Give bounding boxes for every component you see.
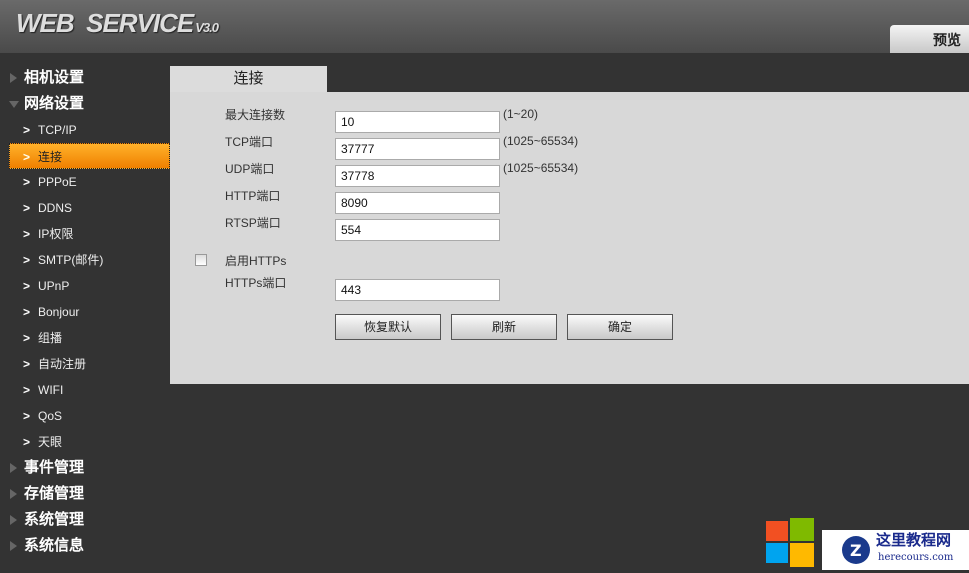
sidebar-item-label: 事件管理 bbox=[24, 459, 85, 476]
field-label: TCP端口 bbox=[225, 135, 274, 149]
svg-text:Z: Z bbox=[850, 541, 862, 560]
triangle-right-icon bbox=[10, 515, 17, 525]
https-port-label: HTTPs端口 bbox=[225, 276, 287, 290]
field-hint: (1025~65534) bbox=[503, 161, 579, 175]
https-enable-checkbox[interactable] bbox=[195, 254, 207, 266]
tab-connection[interactable]: 连接 bbox=[170, 66, 327, 93]
sidebar-subitem[interactable]: > DDNS bbox=[0, 195, 170, 221]
sidebar-subitem-label: TCP/IP bbox=[38, 123, 77, 137]
triangle-right-icon bbox=[10, 541, 17, 551]
sidebar-subitem[interactable]: > QoS bbox=[0, 403, 170, 429]
field-label: 最大连接数 bbox=[225, 108, 286, 122]
chevron-right-icon: > bbox=[23, 279, 31, 293]
sidebar-subitem-label: QoS bbox=[38, 409, 63, 423]
sidebar-item-camera-settings[interactable]: 相机设置 bbox=[0, 65, 170, 91]
field-hint: (1~20) bbox=[503, 107, 539, 121]
refresh-button[interactable]: 刷新 bbox=[451, 314, 557, 340]
watermark-domain: herecours.com bbox=[878, 552, 954, 563]
tab-preview[interactable]: 预览 bbox=[890, 25, 969, 53]
sidebar-subitem[interactable]: > Bonjour bbox=[0, 299, 170, 325]
sidebar-subitem[interactable]: > UPnP bbox=[0, 273, 170, 299]
chevron-right-icon: > bbox=[23, 253, 31, 267]
sidebar-subitem-label: 自动注册 bbox=[38, 357, 87, 371]
https-port-input[interactable]: 443 bbox=[335, 279, 500, 301]
chevron-right-icon: > bbox=[23, 227, 31, 241]
chevron-right-icon: > bbox=[23, 409, 31, 423]
sidebar-subitem[interactable]: > 天眼 bbox=[0, 429, 170, 455]
chevron-right-icon: > bbox=[23, 331, 31, 345]
sidebar-subitem[interactable]: > WIFI bbox=[0, 377, 170, 403]
sidebar-item-info[interactable]: 系统信息 bbox=[0, 533, 170, 559]
sidebar-subitem[interactable]: > 组播 bbox=[0, 325, 170, 351]
sidebar-subitem[interactable]: > 自动注册 bbox=[0, 351, 170, 377]
sidebar-subitem-label: PPPoE bbox=[38, 175, 77, 189]
sidebar-subitem-label: 天眼 bbox=[38, 435, 63, 449]
sidebar-item-label: 网络设置 bbox=[24, 95, 85, 112]
sidebar-item-label: 相机设置 bbox=[24, 69, 85, 86]
panel-body: 最大连接数 10 (1~20) TCP端口 37777 (1025~65534) UDP端口… bbox=[170, 92, 969, 384]
sidebar-item-label: 系统管理 bbox=[24, 511, 85, 528]
field-input[interactable]: 8090 bbox=[335, 192, 500, 214]
header: WEB SERVICE V3.0 预览 bbox=[0, 0, 969, 53]
field-input[interactable]: 554 bbox=[335, 219, 500, 241]
sidebar-item-system[interactable]: 系统管理 bbox=[0, 507, 170, 533]
triangle-down-icon bbox=[9, 101, 19, 108]
sidebar-subitem[interactable]: > SMTP(邮件) bbox=[0, 247, 170, 273]
sidebar-subitem-label: 连接 bbox=[38, 150, 63, 164]
sidebar-item-label: 存储管理 bbox=[24, 485, 85, 502]
sidebar-subitem[interactable]: > IP权限 bbox=[0, 221, 170, 247]
sidebar-item-storage[interactable]: 存储管理 bbox=[0, 481, 170, 507]
chevron-right-icon: > bbox=[23, 305, 31, 319]
sidebar-item-network-settings[interactable]: 网络设置 bbox=[0, 91, 170, 117]
sidebar-subitem-label: IP权限 bbox=[38, 227, 74, 241]
sidebar-item-event[interactable]: 事件管理 bbox=[0, 455, 170, 481]
ok-button[interactable]: 确定 bbox=[567, 314, 673, 340]
field-input[interactable]: 37778 bbox=[335, 165, 500, 187]
field-input[interactable]: 10 bbox=[335, 111, 500, 133]
sidebar-subitem[interactable]: > 连接 bbox=[9, 143, 170, 169]
chevron-right-icon: > bbox=[23, 201, 31, 215]
watermark-brand: 这里教程网 bbox=[876, 531, 952, 549]
chevron-right-icon: > bbox=[23, 175, 31, 189]
sidebar-subitem-label: WIFI bbox=[38, 383, 64, 397]
https-enable-label: 启用HTTPs bbox=[225, 254, 287, 268]
sidebar-subitem[interactable]: > PPPoE bbox=[0, 169, 170, 195]
triangle-right-icon bbox=[10, 489, 17, 499]
triangle-right-icon bbox=[10, 463, 17, 473]
field-input[interactable]: 37777 bbox=[335, 138, 500, 160]
sidebar-subitem-label: UPnP bbox=[38, 279, 70, 293]
field-hint: (1025~65534) bbox=[503, 134, 579, 148]
sidebar-item-label: 系统信息 bbox=[24, 537, 85, 554]
chevron-right-icon: > bbox=[23, 150, 31, 164]
sidebar-subitem-label: 组播 bbox=[38, 331, 63, 345]
sidebar-subitem-label: Bonjour bbox=[38, 305, 80, 319]
chevron-right-icon: > bbox=[23, 383, 31, 397]
connection-panel: 连接 最大连接数 10 (1~20) TCP端口 37777 (1025~65534) UD… bbox=[170, 66, 969, 384]
field-label: UDP端口 bbox=[225, 162, 275, 176]
sidebar-subitem[interactable]: > TCP/IP bbox=[0, 117, 170, 143]
sidebar-subitem-label: DDNS bbox=[38, 201, 73, 215]
sidebar: 相机设置 网络设置 > TCP/IP > 连接 > PPPoE > DDNS > IP权限 > SMT… bbox=[0, 65, 170, 559]
logo: WEB SERVICE V3.0 bbox=[16, 8, 219, 38]
chevron-right-icon: > bbox=[23, 435, 31, 449]
restore-default-button[interactable]: 恢复默认 bbox=[335, 314, 441, 340]
sidebar-subitem-label: SMTP(邮件) bbox=[38, 253, 104, 267]
watermark: Z 这里教程网 herecours.com bbox=[764, 513, 969, 570]
triangle-right-icon bbox=[10, 73, 17, 83]
chevron-right-icon: > bbox=[23, 123, 31, 137]
field-label: RTSP端口 bbox=[225, 216, 281, 230]
field-label: HTTP端口 bbox=[225, 189, 281, 203]
chevron-right-icon: > bbox=[23, 357, 31, 371]
